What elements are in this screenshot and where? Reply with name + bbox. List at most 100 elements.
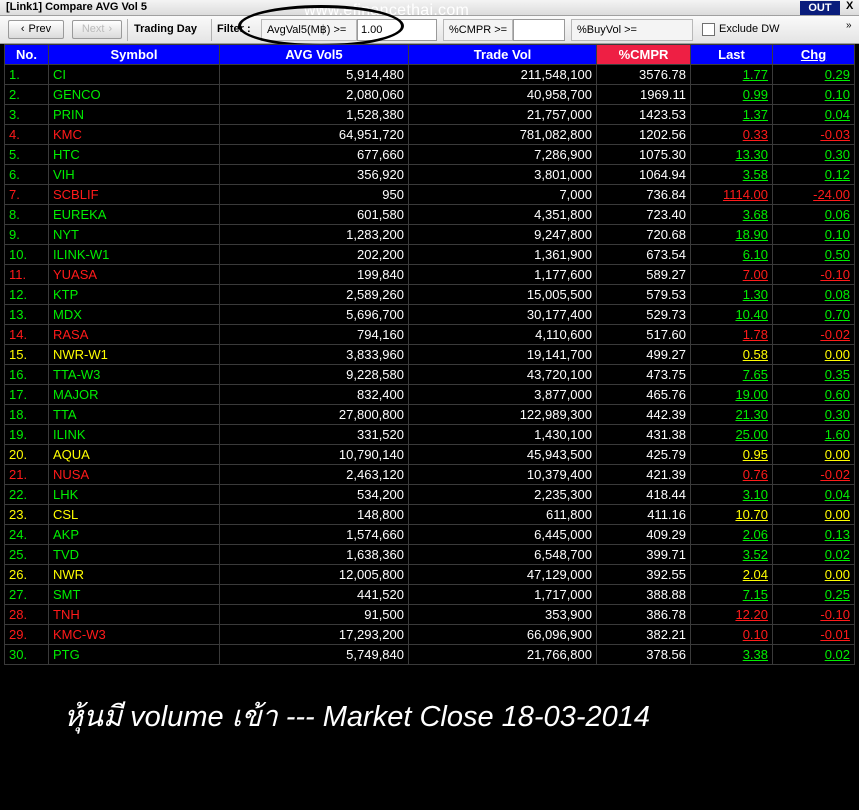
col-header-last[interactable]: Last [690, 44, 773, 65]
row-last-link[interactable]: 12.20 [690, 604, 773, 625]
col-header-avg-vol[interactable]: AVG Vol5 [219, 44, 409, 65]
row-chg-link[interactable]: 0.10 [772, 224, 855, 245]
table-row[interactable]: 12. KTP 2,589,260 15,005,500 579.53 1.30 0.08 [4, 284, 855, 305]
col-header-trade-vol[interactable]: Trade Vol [408, 44, 597, 65]
cmpr-filter-input[interactable] [513, 19, 565, 41]
row-last-link[interactable]: 3.52 [690, 544, 773, 565]
table-row[interactable]: 22. LHK 534,200 2,235,300 418.44 3.10 0.04 [4, 484, 855, 505]
table-row[interactable]: 4. KMC 64,951,720 781,082,800 1202.56 0.33 -0.… [4, 124, 855, 145]
table-row[interactable]: 2. GENCO 2,080,060 40,958,700 1969.11 0.99 0.1… [4, 84, 855, 105]
row-last-link[interactable]: 1.77 [690, 64, 773, 85]
avgval-filter-input[interactable] [357, 19, 437, 41]
row-last-link[interactable]: 3.68 [690, 204, 773, 225]
table-row[interactable]: 5. HTC 677,660 7,286,900 1075.30 13.30 0.30 [4, 144, 855, 165]
row-last-link[interactable]: 10.70 [690, 504, 773, 525]
row-chg-link[interactable]: 0.06 [772, 204, 855, 225]
expand-icon[interactable]: » [846, 20, 852, 31]
out-button[interactable]: OUT [800, 1, 840, 15]
table-row[interactable]: 19. ILINK 331,520 1,430,100 431.38 25.00 1.60 [4, 424, 855, 445]
row-chg-link[interactable]: -0.10 [772, 604, 855, 625]
row-chg-link[interactable]: -0.01 [772, 624, 855, 645]
row-chg-link[interactable]: 0.00 [772, 344, 855, 365]
row-last-link[interactable]: 2.06 [690, 524, 773, 545]
row-last-link[interactable]: 13.30 [690, 144, 773, 165]
row-last-link[interactable]: 19.00 [690, 384, 773, 405]
table-row[interactable]: 20. AQUA 10,790,140 45,943,500 425.79 0.95 0.0… [4, 444, 855, 465]
row-chg-link[interactable]: -0.02 [772, 324, 855, 345]
row-chg-link[interactable]: 0.12 [772, 164, 855, 185]
row-chg-link[interactable]: -0.02 [772, 464, 855, 485]
table-row[interactable]: 7. SCBLIF 950 7,000 736.84 1114.00 -24.00 [4, 184, 855, 205]
row-last-link[interactable]: 1.30 [690, 284, 773, 305]
row-last-link[interactable]: 3.10 [690, 484, 773, 505]
table-row[interactable]: 1. CI 5,914,480 211,548,100 3576.78 1.77 0.29 [4, 64, 855, 85]
row-chg-link[interactable]: 1.60 [772, 424, 855, 445]
row-chg-link[interactable]: 0.08 [772, 284, 855, 305]
row-chg-link[interactable]: -0.03 [772, 124, 855, 145]
table-row[interactable]: 25. TVD 1,638,360 6,548,700 399.71 3.52 0.02 [4, 544, 855, 565]
row-last-link[interactable]: 18.90 [690, 224, 773, 245]
row-chg-link[interactable]: 0.04 [772, 104, 855, 125]
table-row[interactable]: 29. KMC-W3 17,293,200 66,096,900 382.21 0.10-… [4, 624, 855, 645]
table-row[interactable]: 21. NUSA 2,463,120 10,379,400 421.39 0.76 -0.0… [4, 464, 855, 485]
table-row[interactable]: 30. PTG 5,749,840 21,766,800 378.56 3.38 0.02 [4, 644, 855, 665]
row-chg-link[interactable]: 0.02 [772, 544, 855, 565]
row-chg-link[interactable]: 0.30 [772, 144, 855, 165]
row-last-link[interactable]: 1.37 [690, 104, 773, 125]
table-row[interactable]: 11. YUASA 199,840 1,177,600 589.27 7.00 -0.10 [4, 264, 855, 285]
table-row[interactable]: 3. PRIN 1,528,380 21,757,000 1423.53 1.37 0.04 [4, 104, 855, 125]
row-last-link[interactable]: 0.33 [690, 124, 773, 145]
table-row[interactable]: 14. RASA 794,160 4,110,600 517.60 1.78 -0.02 [4, 324, 855, 345]
row-last-link[interactable]: 0.10 [690, 624, 773, 645]
row-last-link[interactable]: 21.30 [690, 404, 773, 425]
row-chg-link[interactable]: 0.00 [772, 444, 855, 465]
table-row[interactable]: 24. AKP 1,574,660 6,445,000 409.29 2.06 0.13 [4, 524, 855, 545]
row-last-link[interactable]: 10.40 [690, 304, 773, 325]
row-chg-link[interactable]: 0.02 [772, 644, 855, 665]
table-row[interactable]: 16. TTA-W3 9,228,580 43,720,100 473.75 7.65 0.… [4, 364, 855, 385]
table-row[interactable]: 13. MDX 5,696,700 30,177,400 529.73 10.40 0.70 [4, 304, 855, 325]
close-button[interactable]: X [846, 0, 853, 12]
next-button[interactable]: Next › [72, 20, 122, 39]
row-last-link[interactable]: 6.10 [690, 244, 773, 265]
buyvol-filter-label[interactable]: %BuyVol >= [571, 19, 693, 41]
row-chg-link[interactable]: -0.10 [772, 264, 855, 285]
row-last-link[interactable]: 0.76 [690, 464, 773, 485]
row-chg-link[interactable]: 0.00 [772, 564, 855, 585]
row-chg-link[interactable]: 0.50 [772, 244, 855, 265]
row-last-link[interactable]: 0.95 [690, 444, 773, 465]
table-row[interactable]: 9. NYT 1,283,200 9,247,800 720.68 18.90 0.10 [4, 224, 855, 245]
exclude-dw-checkbox[interactable] [702, 23, 715, 36]
col-header-symbol[interactable]: Symbol [48, 44, 220, 65]
table-row[interactable]: 17. MAJOR 832,400 3,877,000 465.76 19.00 0.60 [4, 384, 855, 405]
row-last-link[interactable]: 0.58 [690, 344, 773, 365]
table-row[interactable]: 18. TTA 27,800,800 122,989,300 442.39 21.30 0.… [4, 404, 855, 425]
row-chg-link[interactable]: 0.25 [772, 584, 855, 605]
row-last-link[interactable]: 1114.00 [690, 184, 773, 205]
row-chg-link[interactable]: 0.35 [772, 364, 855, 385]
table-row[interactable]: 8. EUREKA 601,580 4,351,800 723.40 3.68 0.06 [4, 204, 855, 225]
col-header-cmpr[interactable]: %CMPR [596, 44, 691, 65]
row-chg-link[interactable]: -24.00 [772, 184, 855, 205]
prev-button[interactable]: ‹ Prev [8, 20, 64, 39]
row-last-link[interactable]: 1.78 [690, 324, 773, 345]
row-chg-link[interactable]: 0.29 [772, 64, 855, 85]
row-last-link[interactable]: 0.99 [690, 84, 773, 105]
row-chg-link[interactable]: 0.13 [772, 524, 855, 545]
row-chg-link[interactable]: 0.70 [772, 304, 855, 325]
row-last-link[interactable]: 7.15 [690, 584, 773, 605]
row-chg-link[interactable]: 0.30 [772, 404, 855, 425]
col-header-no[interactable]: No. [4, 44, 49, 65]
row-chg-link[interactable]: 0.10 [772, 84, 855, 105]
row-last-link[interactable]: 7.65 [690, 364, 773, 385]
table-row[interactable]: 15. NWR-W1 3,833,960 19,141,700 499.27 0.58 0.… [4, 344, 855, 365]
row-chg-link[interactable]: 0.00 [772, 504, 855, 525]
row-last-link[interactable]: 3.58 [690, 164, 773, 185]
row-last-link[interactable]: 7.00 [690, 264, 773, 285]
table-row[interactable]: 26. NWR 12,005,800 47,129,000 392.55 2.04 0.00 [4, 564, 855, 585]
table-row[interactable]: 27. SMT 441,520 1,717,000 388.88 7.15 0.25 [4, 584, 855, 605]
row-last-link[interactable]: 3.38 [690, 644, 773, 665]
table-row[interactable]: 6. VIH 356,920 3,801,000 1064.94 3.58 0.12 [4, 164, 855, 185]
table-row[interactable]: 10. ILINK-W1 202,200 1,361,900 673.54 6.10 0.5… [4, 244, 855, 265]
row-chg-link[interactable]: 0.60 [772, 384, 855, 405]
